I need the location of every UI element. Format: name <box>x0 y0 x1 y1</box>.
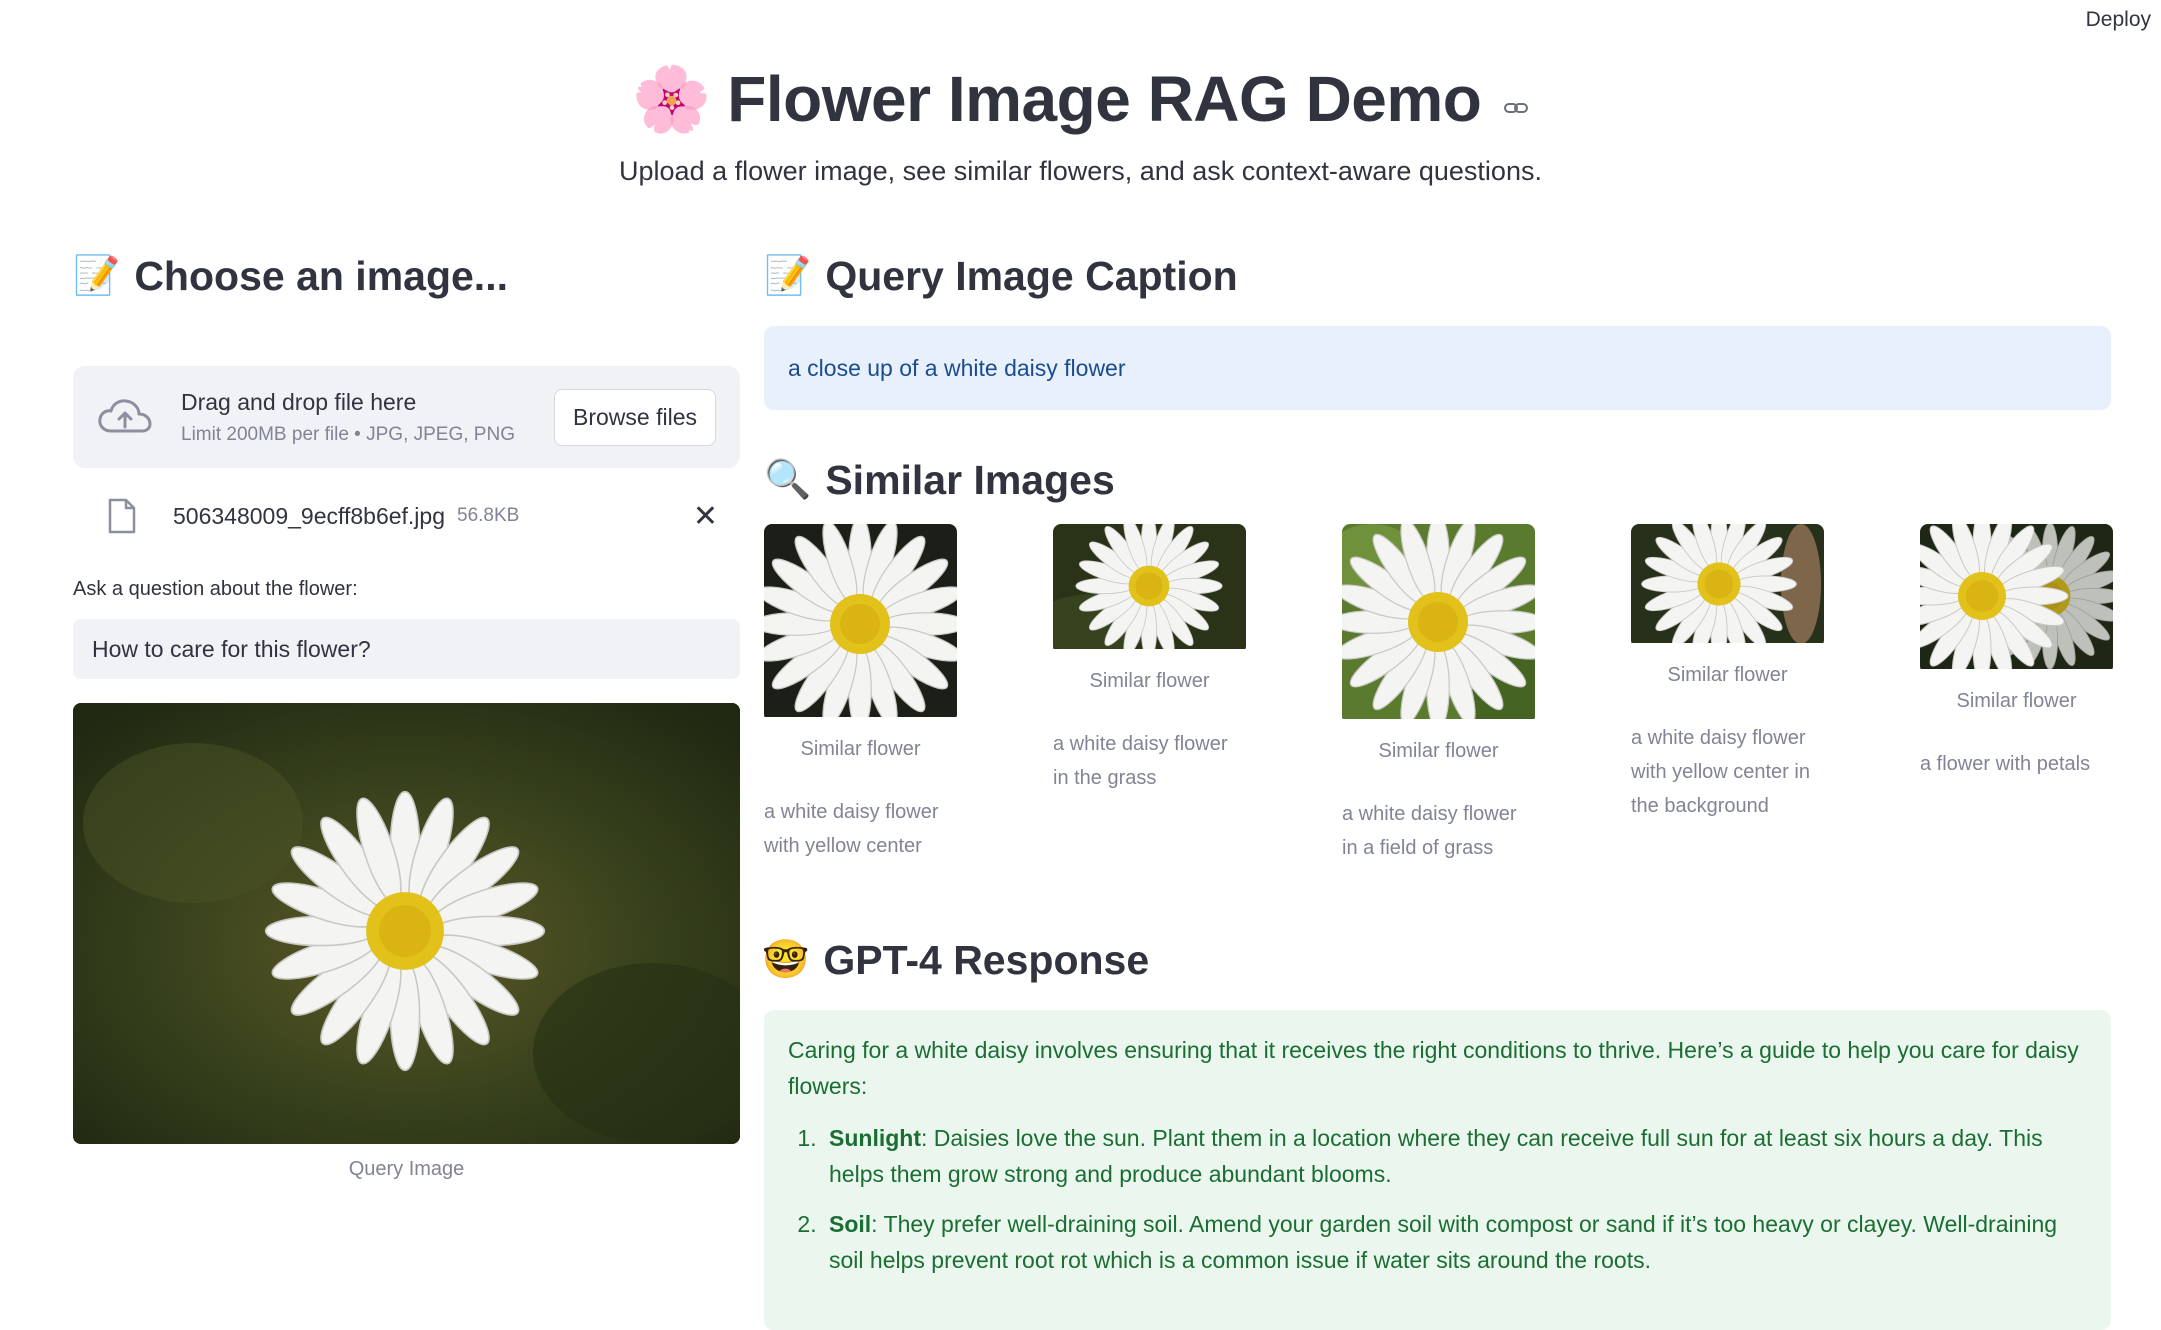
question-input[interactable] <box>73 619 740 679</box>
gpt-response-box: Caring for a white daisy involves ensuri… <box>764 1010 2111 1330</box>
page-header: 🌸 Flower Image RAG Demo Upload a flower … <box>0 62 2161 187</box>
similar-images-heading: 🔍 Similar Images <box>764 454 2111 506</box>
response-list-item: Sunlight: Daisies love the sun. Plant th… <box>823 1120 2087 1192</box>
response-item-term: Soil <box>829 1211 872 1237</box>
cloud-upload-icon <box>98 399 152 433</box>
query-image-caption: Query Image <box>348 1158 465 1180</box>
response-intro: Caring for a white daisy involves ensuri… <box>788 1037 2079 1099</box>
remove-file-close-icon[interactable]: ✕ <box>693 499 718 534</box>
caption-text: a close up of a white daisy flower <box>788 354 1126 381</box>
caption-heading: 📝 Query Image Caption <box>764 250 2111 302</box>
memo-icon: 📝 <box>764 255 812 297</box>
similar-image-card: Similar flower a white daisy flower with… <box>764 524 957 863</box>
page-subtitle: Upload a flower image, see similar flowe… <box>619 156 1542 186</box>
similar-image-card: Similar flower a white daisy flower in a… <box>1342 524 1535 865</box>
file-icon <box>108 498 136 534</box>
browse-files-button[interactable]: Browse files <box>554 388 716 446</box>
similar-images-heading-text: Similar Images <box>825 456 1115 503</box>
similar-image-description: a flower with petals <box>1920 753 2091 775</box>
link-icon[interactable] <box>1503 95 1529 121</box>
page-title: Flower Image RAG Demo <box>727 63 1482 135</box>
right-column: 📝 Query Image Caption a close up of a wh… <box>762 250 2113 1330</box>
dropzone-text: Drag and drop file here Limit 200MB per … <box>181 389 554 446</box>
response-list: Sunlight: Daisies love the sun. Plant th… <box>788 1120 2087 1278</box>
query-image <box>73 703 740 1144</box>
uploaded-file-row: 506348009_9ecff8b6ef.jpg 56.8KB ✕ <box>73 494 740 538</box>
gpt-response-heading-text: GPT-4 Response <box>823 936 1150 983</box>
similar-image-caption: Similar flower <box>1956 690 2077 712</box>
caption-heading-text: Query Image Caption <box>825 252 1238 299</box>
uploaded-file-name: 506348009_9ecff8b6ef.jpg <box>173 502 446 529</box>
similar-image <box>1053 524 1246 654</box>
similar-image-description: a white daisy flower with yellow center … <box>1631 727 1810 817</box>
similar-image <box>1631 524 1824 648</box>
similar-images-row: Similar flower a white daisy flower with… <box>764 524 2113 904</box>
magnifier-icon: 🔍 <box>764 459 812 501</box>
similar-image-card: Similar flower a flower with petals <box>1920 524 2113 781</box>
similar-image-caption: Similar flower <box>800 738 921 760</box>
response-item-text: : They prefer well-draining soil. Amend … <box>829 1211 2058 1273</box>
similar-image-caption: Similar flower <box>1667 664 1788 686</box>
caption-info-box: a close up of a white daisy flower <box>764 326 2111 410</box>
dropzone-main-text: Drag and drop file here <box>181 388 417 415</box>
uploaded-file-size: 56.8KB <box>457 505 520 526</box>
similar-image-caption: Similar flower <box>1089 670 1210 692</box>
similar-image-description: a white daisy flower in a field of grass <box>1342 803 1517 859</box>
choose-image-heading-text: Choose an image... <box>134 252 508 299</box>
nerd-face-icon: 🤓 <box>762 939 810 981</box>
left-column: 📝 Choose an image... Drag and drop file … <box>73 250 740 1181</box>
similar-image-description: a white daisy flower in the grass <box>1053 733 1228 789</box>
cherry-blossom-icon: 🌸 <box>631 63 712 135</box>
gpt-response-heading: 🤓 GPT-4 Response <box>762 934 2111 986</box>
similar-image <box>764 524 957 722</box>
choose-image-heading: 📝 Choose an image... <box>73 250 740 302</box>
file-uploader-dropzone[interactable]: Drag and drop file here Limit 200MB per … <box>73 366 740 468</box>
response-item-text: : Daisies love the sun. Plant them in a … <box>829 1125 2043 1187</box>
deploy-button[interactable]: Deploy <box>2086 8 2151 32</box>
similar-image <box>1920 524 2113 674</box>
similar-image-caption: Similar flower <box>1378 740 1499 762</box>
question-label: Ask a question about the flower: <box>73 578 358 600</box>
similar-image-card: Similar flower a white daisy flower in t… <box>1053 524 1246 795</box>
memo-icon: 📝 <box>73 255 121 297</box>
dropzone-limit-text: Limit 200MB per file • JPG, JPEG, PNG <box>181 423 515 445</box>
response-item-term: Sunlight <box>829 1125 921 1151</box>
similar-image-card: Similar flower a white daisy flower with… <box>1631 524 1824 823</box>
response-list-item: Soil: They prefer well-draining soil. Am… <box>823 1206 2087 1278</box>
similar-image-description: a white daisy flower with yellow center <box>764 801 939 857</box>
similar-image <box>1342 524 1535 724</box>
